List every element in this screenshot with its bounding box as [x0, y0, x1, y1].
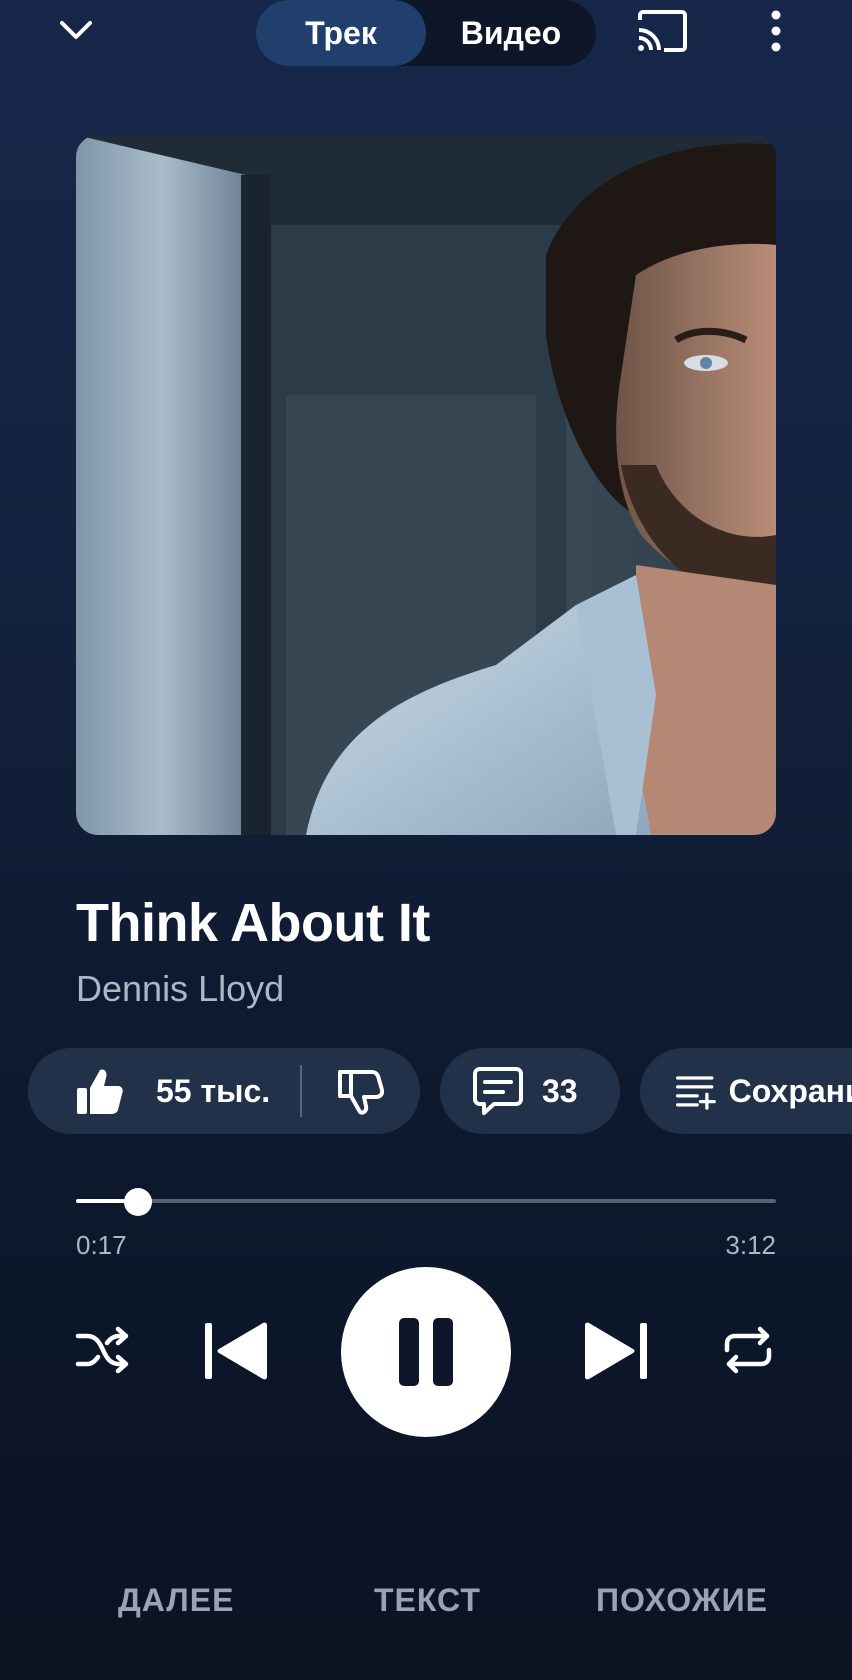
tab-track[interactable]: Трек	[256, 0, 426, 66]
shuffle-button[interactable]	[74, 1322, 130, 1378]
current-time: 0:17	[76, 1230, 127, 1260]
comments-chip[interactable]: 33	[440, 1048, 620, 1134]
track-video-switch: Трек Видео	[256, 0, 596, 66]
like-button[interactable]	[74, 1066, 124, 1116]
comments-count: 33	[542, 1072, 578, 1109]
tab-up-next[interactable]: ДАЛЕЕ	[118, 1582, 234, 1619]
repeat-button[interactable]	[720, 1322, 776, 1378]
save-label: Сохранить	[728, 1072, 852, 1109]
comment-icon	[473, 1067, 523, 1115]
like-dislike-chip: 55 тыс.	[28, 1048, 420, 1134]
track-title: Think About It	[76, 893, 430, 953]
seek-thumb[interactable]	[124, 1188, 153, 1216]
thumbs-up-icon	[77, 1069, 123, 1114]
repeat-icon	[724, 1326, 772, 1374]
more-options-button[interactable]	[756, 6, 796, 56]
total-time: 3:12	[725, 1230, 776, 1260]
chevron-down-icon	[60, 21, 92, 39]
pause-icon	[399, 1318, 453, 1386]
playlist-add-icon	[676, 1076, 716, 1110]
previous-icon	[205, 1322, 267, 1380]
save-chip[interactable]: Сохранить	[640, 1048, 852, 1134]
next-button[interactable]	[580, 1320, 652, 1382]
next-icon	[585, 1322, 647, 1380]
more-vertical-icon	[771, 10, 781, 52]
seek-track	[76, 1199, 776, 1203]
chip-divider	[300, 1065, 303, 1117]
track-artist[interactable]: Dennis Lloyd	[76, 968, 284, 1010]
album-art	[76, 135, 776, 835]
thumbs-down-icon	[338, 1070, 385, 1115]
shuffle-icon	[75, 1326, 129, 1374]
likes-count: 55 тыс.	[156, 1072, 271, 1109]
top-bar: Трек Видео	[0, 0, 852, 70]
tab-video[interactable]: Видео	[426, 0, 596, 66]
seek-bar[interactable]	[76, 1188, 776, 1216]
action-chips: 55 тыс. 33 Сохранить	[0, 1048, 852, 1134]
previous-button[interactable]	[200, 1320, 272, 1382]
cast-button[interactable]	[632, 6, 692, 56]
pause-button[interactable]	[341, 1267, 511, 1437]
cast-icon	[638, 10, 687, 52]
tab-related[interactable]: ПОХОЖИЕ	[596, 1582, 768, 1619]
collapse-button[interactable]	[52, 8, 100, 52]
album-art-image	[76, 135, 776, 835]
tab-lyrics[interactable]: ТЕКСТ	[374, 1582, 481, 1619]
dislike-button[interactable]	[334, 1066, 385, 1116]
